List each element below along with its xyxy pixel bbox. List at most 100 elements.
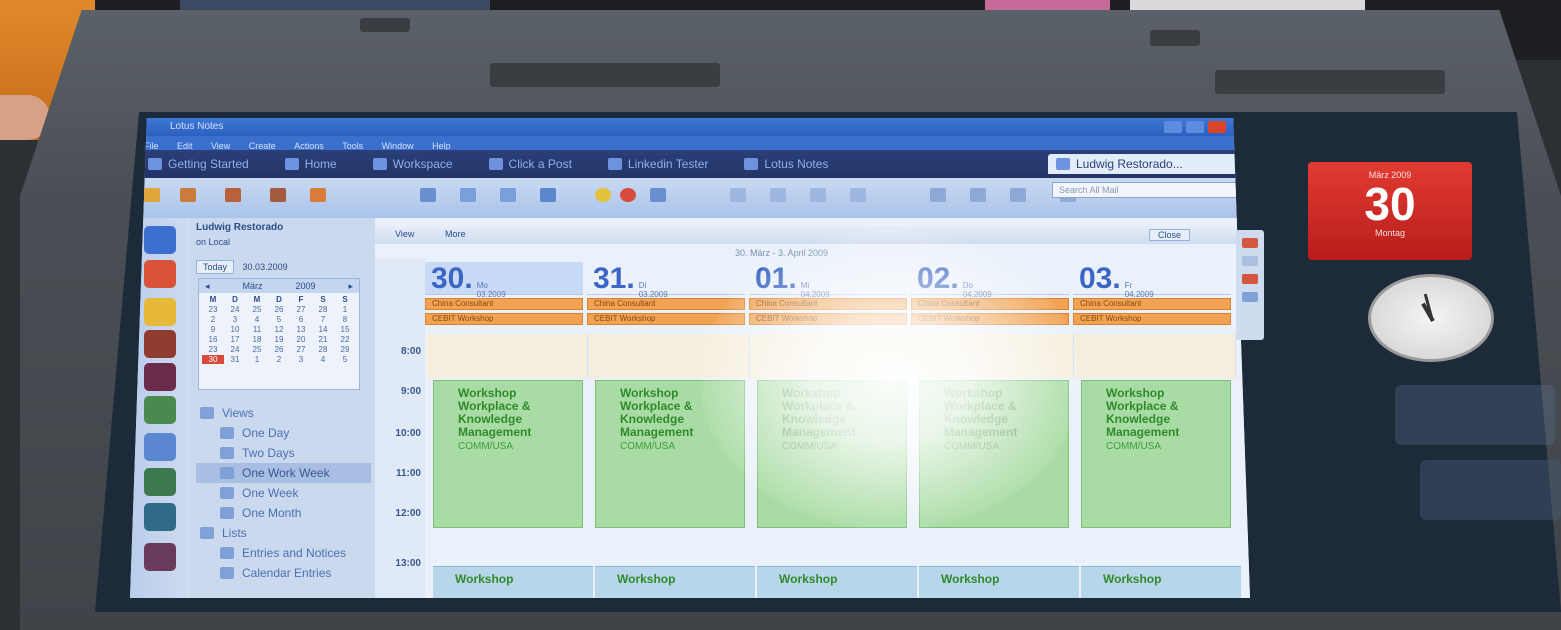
calendar-gadget[interactable]: März 2009 30 Montag [1308, 162, 1472, 260]
calendar-event[interactable]: WorkshopWorkplace &KnowledgeManagementCO… [433, 380, 583, 528]
notebook-icon[interactable] [144, 396, 176, 424]
mini-calendar-day[interactable]: 29 [334, 345, 356, 354]
all-day-entry[interactable]: CEBIT Workshop [425, 313, 583, 325]
mini-calendar-day[interactable]: 4 [312, 355, 334, 364]
tree-item[interactable]: One Week [196, 483, 371, 503]
tool-icon[interactable] [650, 188, 666, 202]
mini-calendar-day[interactable]: 22 [334, 335, 356, 344]
mini-calendar-day[interactable]: 10 [224, 325, 246, 334]
tab-click-a-post[interactable]: Click a Post [481, 154, 590, 174]
contacts-icon[interactable] [144, 330, 176, 358]
tab-home[interactable]: Home [277, 154, 355, 174]
tree-item[interactable]: One Month [196, 503, 371, 523]
mini-calendar-day[interactable]: 18 [246, 335, 268, 344]
mini-calendar-day[interactable]: 17 [224, 335, 246, 344]
time-slot[interactable] [427, 334, 588, 378]
calendar-icon[interactable] [144, 298, 176, 326]
prev-month-icon[interactable]: ◂ [205, 279, 210, 293]
reply-icon[interactable] [180, 188, 196, 202]
more-button[interactable]: More [445, 229, 466, 239]
new-icon[interactable] [144, 188, 160, 202]
mini-calendar-day[interactable]: 2 [202, 315, 224, 324]
tab-workspace[interactable]: Workspace [365, 154, 471, 174]
tree-item[interactable]: Calendar Entries [196, 563, 371, 583]
tree-item[interactable]: Entries and Notices [196, 543, 371, 563]
mini-calendar-day[interactable]: 14 [312, 325, 334, 334]
flag-icon[interactable] [620, 188, 636, 202]
calendar-event[interactable]: WorkshopWorkplace &KnowledgeManagementCO… [1081, 380, 1231, 528]
tab-getting-started[interactable]: Getting Started [140, 154, 267, 174]
close-view-button[interactable]: Close [1148, 229, 1190, 241]
mini-calendar-day[interactable]: 6 [290, 315, 312, 324]
format-icon[interactable] [810, 188, 826, 202]
star-icon[interactable] [595, 188, 611, 202]
tool-icon[interactable] [460, 188, 476, 202]
tool-icon[interactable] [420, 188, 436, 202]
mini-calendar-day[interactable]: 24 [224, 305, 246, 314]
print-icon[interactable] [310, 188, 326, 202]
search-input[interactable]: Search All Mail [1052, 182, 1242, 198]
mini-calendar-day[interactable]: 9 [202, 325, 224, 334]
minimize-button[interactable] [1164, 121, 1182, 133]
mini-calendar-day[interactable]: 27 [290, 305, 312, 314]
mini-calendar-day[interactable]: 25 [246, 345, 268, 354]
day-header[interactable]: 31. Di 03.2009 [587, 262, 745, 299]
forward-icon[interactable] [225, 188, 241, 202]
mini-calendar-day[interactable]: 26 [268, 345, 290, 354]
tool-icon[interactable] [970, 188, 986, 202]
all-day-entry[interactable]: China Consultant [1073, 298, 1231, 310]
format-icon[interactable] [850, 188, 866, 202]
tree-item[interactable]: Views [196, 403, 371, 423]
tree-item[interactable]: One Work Week [196, 463, 371, 483]
replicator-icon[interactable] [144, 433, 176, 461]
mini-calendar-day[interactable]: 16 [202, 335, 224, 344]
all-day-entry[interactable]: China Consultant [425, 298, 583, 310]
mini-calendar-day[interactable]: 28 [312, 305, 334, 314]
mini-calendar-day[interactable]: 27 [290, 345, 312, 354]
tool-icon[interactable] [1010, 188, 1026, 202]
all-day-entry[interactable]: China Consultant [587, 298, 745, 310]
mini-calendar-day[interactable]: 2 [268, 355, 290, 364]
day-header[interactable]: 03. Fr 04.2009 [1073, 262, 1231, 299]
clock-gadget[interactable] [1368, 274, 1494, 362]
todo-icon[interactable] [144, 363, 176, 391]
mini-calendar-day[interactable]: 28 [312, 345, 334, 354]
sidebar-button[interactable] [1242, 238, 1258, 248]
time-slot[interactable] [1075, 334, 1236, 378]
format-icon[interactable] [730, 188, 746, 202]
sidebar-button[interactable] [1242, 256, 1258, 266]
mini-calendar-day[interactable]: 31 [224, 355, 246, 364]
mini-calendar-day[interactable]: 1 [334, 305, 356, 314]
mini-calendar-day[interactable]: 11 [246, 325, 268, 334]
today-button[interactable]: Today [196, 260, 235, 274]
format-icon[interactable] [770, 188, 786, 202]
mini-calendar-day[interactable]: 30 [202, 355, 224, 364]
mini-calendar-day[interactable]: 3 [224, 315, 246, 324]
tab-lotus-notes[interactable]: Lotus Notes [736, 154, 846, 174]
mini-calendar-day[interactable]: 3 [290, 355, 312, 364]
tool-icon[interactable] [930, 188, 946, 202]
mini-calendar-day[interactable]: 19 [268, 335, 290, 344]
view-button[interactable]: View [395, 229, 414, 239]
mini-calendar-day[interactable]: 12 [268, 325, 290, 334]
mini-calendar-day[interactable]: 13 [290, 325, 312, 334]
mini-calendar-day[interactable]: 23 [202, 305, 224, 314]
mini-calendar-day[interactable]: 23 [202, 345, 224, 354]
tool-icon[interactable] [500, 188, 516, 202]
network-gadget[interactable] [1395, 385, 1555, 445]
activities-icon[interactable] [144, 503, 176, 531]
feed-gadget[interactable] [1420, 460, 1561, 520]
sidebar-button[interactable] [1242, 274, 1258, 284]
mini-calendar-day[interactable]: 24 [224, 345, 246, 354]
tree-item[interactable]: Two Days [196, 443, 371, 463]
delete-icon[interactable] [270, 188, 286, 202]
sidebar-button[interactable] [1242, 292, 1258, 302]
tab-calendar-active[interactable]: Ludwig Restorado... [1048, 154, 1244, 174]
feeds-icon[interactable] [144, 543, 176, 571]
mini-calendar-day[interactable]: 8 [334, 315, 356, 324]
home-icon[interactable] [144, 226, 176, 254]
mini-calendar-day[interactable]: 4 [246, 315, 268, 324]
mini-calendar-day[interactable]: 25 [246, 305, 268, 314]
close-button[interactable] [1208, 121, 1226, 133]
maximize-button[interactable] [1186, 121, 1204, 133]
